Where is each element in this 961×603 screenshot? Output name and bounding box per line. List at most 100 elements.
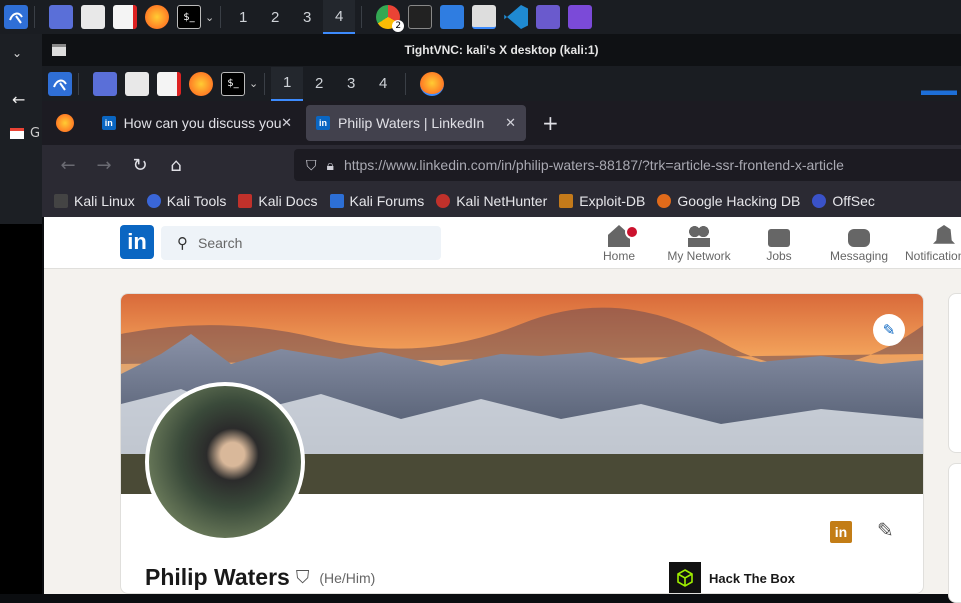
bookmark-exploit-db[interactable]: Exploit-DB	[559, 193, 645, 209]
exploit-db-icon	[559, 194, 574, 208]
linkedin-logo[interactable]: in	[120, 225, 154, 259]
workspace-3[interactable]: 3	[291, 0, 323, 34]
terminal-icon[interactable]: $_	[221, 71, 245, 96]
chevron-down-icon[interactable]: ⌄	[249, 77, 258, 90]
nav-messaging[interactable]: Messaging	[819, 221, 899, 263]
browser-navbar: ← → ↻ ⌂ ⛉ 🔒︎ https://www.linkedin.com/in…	[42, 145, 961, 185]
back-icon[interactable]: ←	[50, 155, 86, 176]
close-icon[interactable]: ✕	[505, 115, 516, 131]
terminal-window-icon[interactable]	[408, 5, 433, 29]
lock-icon[interactable]: 🔒︎	[327, 157, 334, 174]
close-icon[interactable]: ✕	[281, 115, 292, 131]
url-bar[interactable]: ⛉ 🔒︎ https://www.linkedin.com/in/philip-…	[294, 149, 961, 181]
inner-taskbar: $_ ⌄ 1 2 3 4	[42, 66, 961, 101]
avatar[interactable]	[145, 382, 305, 542]
new-tab-button[interactable]: +	[542, 111, 559, 135]
home-icon[interactable]: ⌂	[158, 155, 194, 176]
terminal-icon[interactable]: $_	[177, 5, 201, 29]
verified-shield-icon[interactable]: ⛉	[296, 567, 310, 588]
company-link[interactable]: Hack The Box	[669, 562, 795, 593]
search-input[interactable]: Search	[198, 235, 242, 251]
desktop-icon[interactable]	[49, 5, 73, 29]
profile-name: Philip Waters ⛉ (He/Him)	[145, 564, 375, 591]
bookmark-google-hacking-db[interactable]: Google Hacking DB	[657, 193, 800, 209]
edit-profile-icon[interactable]: ✎	[877, 518, 894, 542]
back-arrow-icon[interactable]: ←	[12, 90, 25, 109]
bookmark-kali-docs[interactable]: Kali Docs	[238, 193, 318, 209]
workspace-3[interactable]: 3	[335, 67, 367, 101]
shield-icon[interactable]: ⛉	[306, 157, 317, 174]
file-manager-icon[interactable]	[81, 5, 105, 29]
workspace-2[interactable]: 2	[303, 67, 335, 101]
kali-docs-icon	[238, 194, 253, 208]
side-card	[948, 293, 961, 453]
host-dark-panel	[0, 224, 42, 594]
nav-home[interactable]: Home	[579, 221, 659, 263]
kali-menu-icon[interactable]	[48, 71, 72, 96]
tab-label: How can you discuss your	[123, 115, 282, 131]
text-editor-icon[interactable]	[113, 5, 137, 29]
profile-card: ✎ in ✎ Philip Waters ⛉ (He/Him) Hack The…	[120, 293, 924, 594]
search-bar[interactable]: ⚲ Search	[161, 226, 441, 260]
display-settings-icon[interactable]	[568, 5, 593, 29]
nav-my-network[interactable]: My Network	[659, 221, 739, 263]
kali-menu-icon[interactable]	[4, 5, 28, 29]
desktop-icon[interactable]	[93, 71, 117, 96]
bookmark-kali-linux[interactable]: Kali Linux	[54, 193, 135, 209]
name-text: Philip Waters	[145, 564, 290, 590]
nav-label: Messaging	[829, 249, 889, 263]
workspace-1[interactable]: 1	[227, 0, 259, 34]
workspace-4[interactable]: 4	[367, 67, 399, 101]
bookmark-label: Kali Docs	[258, 193, 318, 209]
bookmark-kali-nethunter[interactable]: Kali NetHunter	[436, 193, 547, 209]
company-name: Hack The Box	[709, 570, 795, 586]
bookmark-label: Exploit-DB	[579, 193, 646, 209]
bookmark-kali-forums[interactable]: Kali Forums	[329, 193, 425, 209]
workspace-4[interactable]: 4	[323, 0, 356, 34]
vscode-icon[interactable]	[504, 5, 529, 29]
browser-tabbar: in How can you discuss your ✕ in Philip …	[42, 101, 961, 145]
tab-discuss[interactable]: in How can you discuss your ✕	[92, 105, 302, 141]
reload-icon[interactable]: ↻	[122, 155, 158, 176]
screenshot-tool-icon[interactable]	[536, 5, 561, 29]
firefox-view-icon[interactable]	[56, 114, 74, 132]
nav-notifications[interactable]: Notifications	[899, 221, 961, 263]
gmail-icon[interactable]	[10, 128, 24, 139]
tab-label: Philip Waters | LinkedIn	[338, 115, 485, 131]
bookmark-label: Google Hacking DB	[677, 193, 801, 209]
linkedin-badge-icon[interactable]: in	[830, 521, 852, 543]
chevron-down-icon[interactable]: ⌄	[12, 46, 22, 60]
nav-label: Jobs	[766, 249, 792, 263]
nav-jobs[interactable]: Jobs	[739, 221, 819, 263]
kali-tools-icon	[146, 194, 161, 208]
edit-banner-button[interactable]: ✎	[873, 314, 905, 346]
nethunter-icon	[436, 194, 451, 208]
workspace-2[interactable]: 2	[259, 0, 291, 34]
bookmark-label: Kali NetHunter	[456, 193, 548, 209]
pencil-icon: ✎	[882, 321, 896, 339]
chrome-icon[interactable]: 2	[376, 5, 405, 32]
firefox-icon[interactable]	[145, 5, 169, 29]
file-manager-icon[interactable]	[125, 71, 149, 96]
text-editor-icon[interactable]	[157, 71, 181, 96]
tab-philip-waters[interactable]: in Philip Waters | LinkedIn ✕	[306, 105, 526, 141]
bookmark-label: Kali Forums	[349, 193, 425, 209]
folder-icon[interactable]	[440, 5, 465, 29]
chevron-down-icon[interactable]: ⌄	[205, 11, 214, 24]
firefox-icon[interactable]	[189, 71, 213, 96]
bookmark-kali-tools[interactable]: Kali Tools	[146, 193, 226, 209]
hack-the-box-logo-icon	[669, 562, 701, 593]
forward-icon[interactable]: →	[86, 155, 122, 176]
linkedin-favicon: in	[102, 116, 116, 130]
nav-label: Notifications	[905, 249, 961, 263]
firefox-task-icon[interactable]	[420, 71, 445, 96]
kali-forums-icon	[329, 194, 344, 208]
message-icon	[848, 229, 870, 247]
vnc-window-icon[interactable]	[472, 5, 497, 29]
pronouns-text: (He/Him)	[319, 569, 376, 586]
linkedin-header: in ⚲ Search Home My Network Jobs Messagi…	[44, 217, 961, 269]
workspace-1[interactable]: 1	[271, 66, 304, 101]
linkedin-favicon: in	[316, 116, 330, 130]
search-icon: ⚲	[177, 234, 188, 252]
bookmark-offsec[interactable]: OffSec	[812, 193, 875, 209]
